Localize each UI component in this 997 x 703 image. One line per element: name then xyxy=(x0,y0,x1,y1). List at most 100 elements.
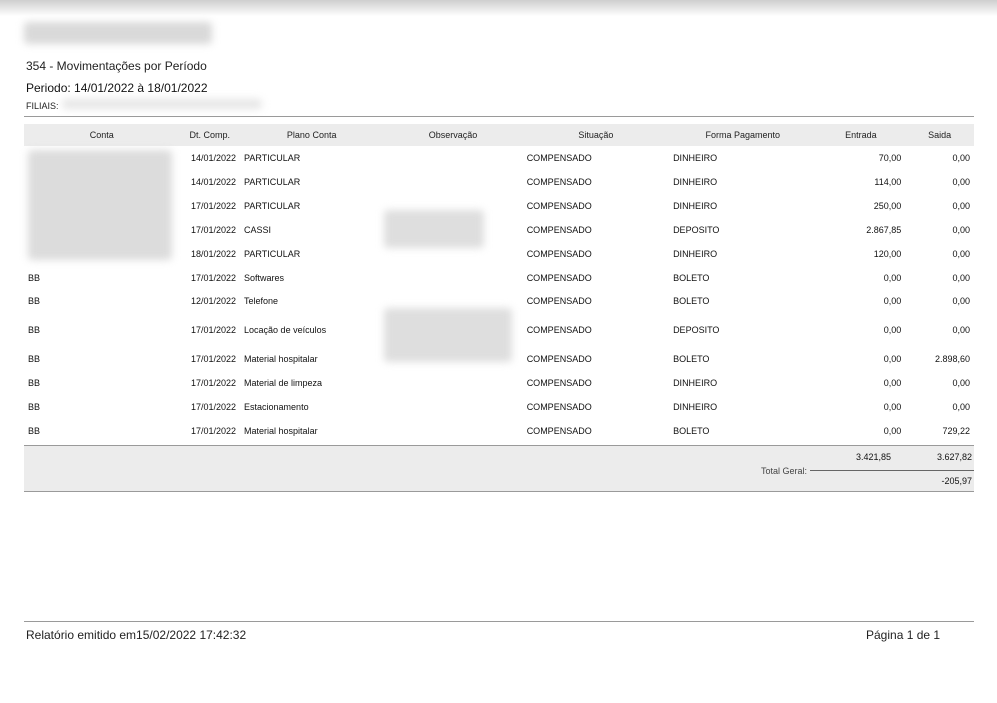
cell-forma: DINHEIRO xyxy=(673,177,718,187)
cell-entrada: 0,00 xyxy=(883,402,902,412)
cell-entrada: 0,00 xyxy=(883,272,902,283)
cell-situacao: COMPENSADO xyxy=(526,177,592,187)
table-row: BB 17/01/2022 Estacionamento COMPENSADO … xyxy=(24,395,974,419)
total-sum-line xyxy=(861,470,974,471)
redacted-observation-2 xyxy=(384,308,512,362)
header-rule xyxy=(24,116,974,117)
filiais-label: FILIAIS: xyxy=(26,101,59,111)
col-observacao: Observação xyxy=(383,124,523,146)
cell-saida: 0,00 xyxy=(952,249,970,259)
cell-entrada: 70,00 xyxy=(878,153,902,163)
cell-situacao: COMPENSADO xyxy=(526,295,592,306)
cell-conta: BB xyxy=(28,426,41,436)
cell-plano: Estacionamento xyxy=(244,402,309,412)
cell-saida: 0,00 xyxy=(952,295,970,306)
cell-situacao: COMPENSADO xyxy=(526,426,592,436)
cell-date: 17/01/2022 xyxy=(190,272,237,283)
cell-situacao: COMPENSADO xyxy=(526,201,592,211)
table-row: BB 17/01/2022 Softwares COMPENSADO BOLET… xyxy=(24,266,974,289)
cell-saida: 2.898,60 xyxy=(934,354,970,364)
redacted-observation-1 xyxy=(384,210,484,248)
cell-date: 18/01/2022 xyxy=(190,249,237,259)
cell-entrada: 0,00 xyxy=(883,354,902,364)
cell-plano: PARTICULAR xyxy=(244,153,301,163)
cell-obs xyxy=(383,395,522,419)
cell-date: 17/01/2022 xyxy=(190,354,237,364)
total-saida: 3.627,82 xyxy=(936,452,972,462)
table-row: BB 17/01/2022 Material de limpeza COMPEN… xyxy=(24,371,974,395)
cell-situacao: COMPENSADO xyxy=(526,354,592,364)
page-top-shadow xyxy=(0,0,997,16)
cell-date: 17/01/2022 xyxy=(190,402,237,412)
total-geral-label: Total Geral: xyxy=(760,466,807,476)
cell-forma: DEPOSITO xyxy=(673,324,720,335)
cell-entrada: 0,00 xyxy=(883,295,902,306)
cell-saida: 0,00 xyxy=(952,201,970,211)
cell-conta: BB xyxy=(28,402,41,412)
cell-plano: Softwares xyxy=(244,272,285,283)
footer-rule xyxy=(24,621,974,622)
col-dt-comp: Dt. Comp. xyxy=(179,124,241,146)
cell-obs xyxy=(383,146,522,170)
cell-entrada: 0,00 xyxy=(883,426,902,436)
total-leader-line xyxy=(810,470,861,471)
cell-forma: BOLETO xyxy=(673,272,710,283)
col-conta: Conta xyxy=(24,124,180,146)
cell-obs xyxy=(383,371,522,395)
cell-forma: BOLETO xyxy=(673,295,710,306)
redacted-company-name xyxy=(24,22,212,44)
cell-forma: BOLETO xyxy=(673,426,710,436)
table-row: BB 17/01/2022 Material hospitalar COMPEN… xyxy=(24,419,974,443)
cell-date: 17/01/2022 xyxy=(190,201,237,211)
cell-saida: 0,00 xyxy=(952,272,970,283)
cell-date: 12/01/2022 xyxy=(190,295,237,306)
cell-forma: DINHEIRO xyxy=(673,249,718,259)
cell-forma: DINHEIRO xyxy=(673,378,718,388)
report-period: Periodo: 14/01/2022 à 18/01/2022 xyxy=(26,81,208,95)
cell-obs xyxy=(383,170,522,194)
cell-date: 17/01/2022 xyxy=(190,225,237,235)
cell-entrada: 250,00 xyxy=(873,201,902,211)
cell-conta: BB xyxy=(28,324,41,335)
cell-situacao: COMPENSADO xyxy=(526,249,592,259)
cell-plano: PARTICULAR xyxy=(244,249,301,259)
cell-situacao: COMPENSADO xyxy=(526,378,592,388)
col-situacao: Situação xyxy=(522,124,670,146)
cell-entrada: 120,00 xyxy=(873,249,902,259)
cell-conta: BB xyxy=(28,354,41,364)
cell-date: 14/01/2022 xyxy=(190,177,237,187)
cell-forma: DINHEIRO xyxy=(673,153,718,163)
totals-section: 3.421,85 3.627,82 Total Geral: -205,97 xyxy=(24,446,974,491)
cell-conta: BB xyxy=(28,272,41,283)
cell-conta: BB xyxy=(28,378,41,388)
cell-saida: 0,00 xyxy=(952,177,970,187)
page-number: Página 1 de 1 xyxy=(866,628,941,642)
col-entrada: Entrada xyxy=(816,124,906,146)
cell-obs xyxy=(383,266,522,289)
report-title: 354 - Movimentações por Período xyxy=(26,59,207,73)
cell-entrada: 2.867,85 xyxy=(866,225,902,235)
cell-entrada: 0,00 xyxy=(883,378,902,388)
cell-situacao: COMPENSADO xyxy=(526,402,592,412)
col-forma-pagamento: Forma Pagamento xyxy=(669,124,817,146)
cell-saida: 0,00 xyxy=(952,153,970,163)
cell-saida: 729,22 xyxy=(942,426,970,436)
cell-plano: Material de limpeza xyxy=(244,378,323,388)
cell-entrada: 0,00 xyxy=(883,324,902,335)
cell-forma: BOLETO xyxy=(673,354,710,364)
cell-situacao: COMPENSADO xyxy=(526,225,592,235)
cell-plano: CASSI xyxy=(244,225,272,235)
cell-obs xyxy=(383,419,522,443)
col-saida: Saida xyxy=(905,124,974,146)
cell-situacao: COMPENSADO xyxy=(526,272,592,283)
cell-date: 17/01/2022 xyxy=(190,426,237,436)
cell-plano: Material hospitalar xyxy=(244,426,318,436)
cell-plano: Locação de veículos xyxy=(244,324,327,335)
cell-plano: Telefone xyxy=(244,295,279,306)
cell-saida: 0,00 xyxy=(952,378,970,388)
cell-plano: Material hospitalar xyxy=(244,354,318,364)
total-net: -205,97 xyxy=(941,476,972,486)
cell-conta: BB xyxy=(28,295,41,306)
cell-plano: PARTICULAR xyxy=(244,177,301,187)
cell-forma: DEPOSITO xyxy=(673,225,720,235)
